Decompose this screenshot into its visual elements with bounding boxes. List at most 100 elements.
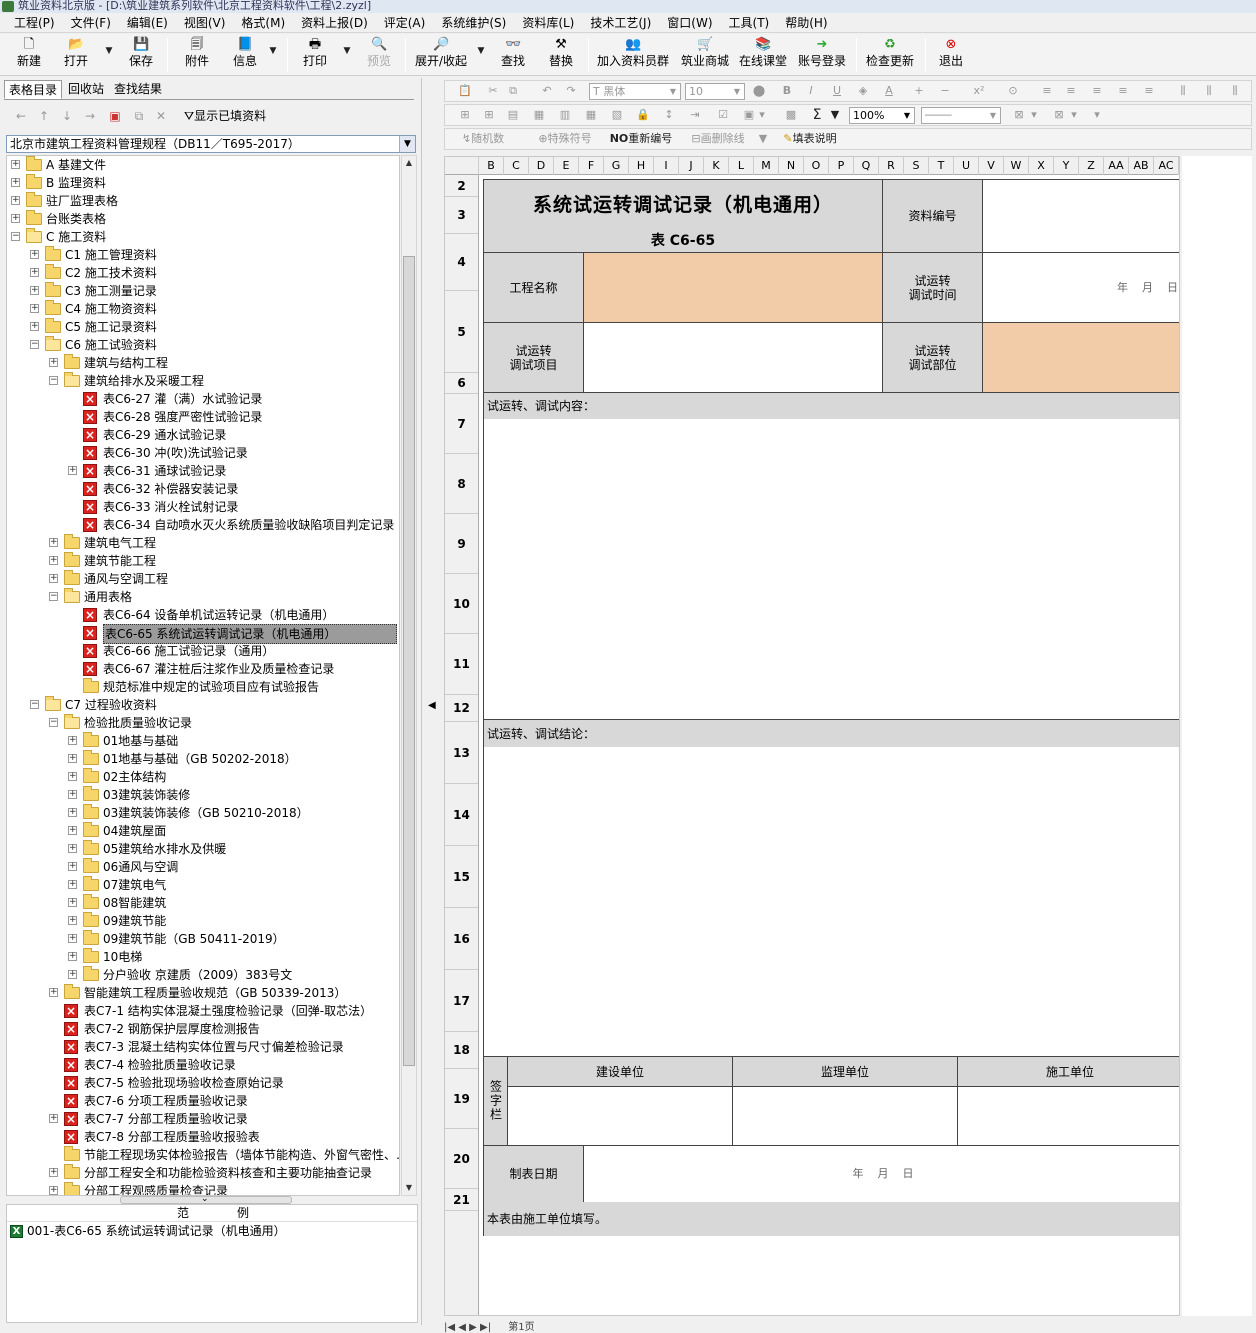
tree-node[interactable]: + C2 施工技术资料	[7, 264, 397, 282]
row-height-icon[interactable]: ↕	[661, 107, 677, 123]
menu-item-12[interactable]: 帮助(H)	[772, 13, 830, 32]
tree-node[interactable]: 节能工程现场实体检验报告（墙体节能构造、外窗气密性、…	[7, 1146, 399, 1164]
tree-node[interactable]: +02主体结构	[7, 768, 397, 786]
column-header[interactable]: G	[604, 157, 629, 175]
tab-recycle-bin[interactable]: 回收站	[64, 80, 108, 99]
tree-node[interactable]: × 表C7-5 检验批现场验收检查原始记录	[7, 1074, 397, 1092]
expand-icon[interactable]: +	[68, 826, 77, 835]
tree-node[interactable]: +08智能建筑	[7, 894, 397, 912]
more-dropdown-icon[interactable]: ▾	[1091, 107, 1103, 123]
row-header[interactable]: 2	[445, 175, 478, 197]
expand-icon[interactable]: +	[49, 574, 58, 583]
save-button[interactable]: 💾 保存	[124, 36, 158, 74]
tree-node[interactable]: +03建筑装饰装修	[7, 786, 397, 804]
project-name-input[interactable]	[583, 252, 883, 323]
tree-node[interactable]: +07建筑电气	[7, 876, 397, 894]
row-header[interactable]: 20	[445, 1129, 478, 1189]
indent-icon[interactable]: ⇥	[687, 107, 703, 123]
minus-icon[interactable]: −	[937, 83, 953, 99]
trial-time-input[interactable]: 年 月 日	[982, 252, 1179, 323]
column-header[interactable]: Y	[1054, 157, 1079, 175]
tree-node[interactable]: + × 表C6-31 通球试验记录	[7, 462, 397, 480]
scroll-down-icon[interactable]: ▼	[402, 1181, 416, 1195]
sheet-tab-page1[interactable]: 第1页	[508, 1322, 534, 1333]
row-header[interactable]: 21	[445, 1189, 478, 1211]
expand-icon[interactable]: +	[11, 214, 20, 223]
image-icon[interactable]: ▩	[783, 107, 799, 123]
clock-icon[interactable]: ⊙	[1005, 83, 1021, 99]
column-header[interactable]: H	[629, 157, 654, 175]
justify-icon[interactable]: ≡	[1115, 83, 1131, 99]
border-dropdown-icon[interactable]: ▾	[757, 107, 767, 123]
show-filled-button[interactable]: ⛛显示已填资料	[184, 108, 266, 124]
scroll-thumb[interactable]	[403, 256, 415, 1066]
expand-icon[interactable]: +	[68, 754, 77, 763]
exit-button[interactable]: ⊗ 退出	[934, 36, 968, 74]
example-item[interactable]: X 001-表C6-65 系统试运转调试记录（机电通用）	[9, 1223, 286, 1240]
insert-row-icon[interactable]: ⊞	[457, 107, 473, 123]
tree-node[interactable]: − 建筑给排水及采暖工程	[7, 372, 397, 390]
tree-node[interactable]: − 检验批质量验收记录	[7, 714, 397, 732]
expand-icon[interactable]: +	[68, 844, 77, 853]
menu-item-6[interactable]: 评定(A)	[371, 13, 429, 32]
expand-icon[interactable]: +	[68, 466, 77, 475]
font-select[interactable]: T 黑体 ▼	[589, 83, 681, 100]
row-header[interactable]: 7	[445, 394, 478, 454]
bold-icon[interactable]: B	[779, 83, 795, 99]
tree-node[interactable]: +09建筑节能	[7, 912, 397, 930]
formula-icon[interactable]: ▥	[557, 107, 573, 123]
last-sheet-icon[interactable]: ▶|	[480, 1322, 491, 1333]
font-color-icon[interactable]: A	[881, 83, 897, 99]
mall-button[interactable]: 🛒 筑业商城	[680, 36, 730, 74]
column-header[interactable]: T	[929, 157, 954, 175]
tree-node[interactable]: +05建筑给水排水及供暖	[7, 840, 397, 858]
sum-icon[interactable]: Σ	[809, 107, 825, 123]
collapse-icon[interactable]: −	[49, 718, 58, 727]
tree-node[interactable]: × 表C7-6 分项工程质量验收记录	[7, 1092, 397, 1110]
tree-scrollbar[interactable]: ▲ ▼	[401, 155, 417, 1196]
tree-node[interactable]: +01地基与基础（GB 50202-2018）	[7, 750, 397, 768]
menu-item-4[interactable]: 格式(M)	[228, 13, 288, 32]
row-header[interactable]: 11	[445, 634, 478, 695]
menu-item-10[interactable]: 窗口(W)	[654, 13, 715, 32]
tree-node[interactable]: + C4 施工物资资料	[7, 300, 397, 318]
row-header[interactable]: 18	[445, 1032, 478, 1069]
menu-item-3[interactable]: 视图(V)	[171, 13, 229, 32]
info-button[interactable]: 📘 信息	[228, 36, 262, 74]
row-header[interactable]: 6	[445, 373, 478, 394]
special-char-button[interactable]: ⊕特殊符号	[529, 131, 601, 147]
column-header[interactable]: E	[554, 157, 579, 175]
random-number-button[interactable]: ↯随机数	[455, 131, 511, 147]
tree-node[interactable]: +03建筑装饰装修（GB 50210-2018）	[7, 804, 397, 822]
brush-icon[interactable]: ⬤	[751, 83, 767, 99]
expand-icon[interactable]: +	[49, 988, 58, 997]
menu-item-2[interactable]: 编辑(E)	[114, 13, 171, 32]
join-group-button[interactable]: 👥 加入资料员群	[596, 36, 670, 74]
column-header[interactable]: O	[804, 157, 829, 175]
column-header[interactable]: Z	[1079, 157, 1104, 175]
column-header[interactable]: S	[904, 157, 929, 175]
merge-icon[interactable]: ▤	[505, 107, 521, 123]
row-header[interactable]: 19	[445, 1069, 478, 1129]
expand-icon[interactable]: +	[68, 898, 77, 907]
expand-icon[interactable]: +	[49, 1114, 58, 1123]
collapse-icon[interactable]: −	[49, 592, 58, 601]
tree-node[interactable]: × 表C6-30 冲(吹)洗试验记录	[7, 444, 397, 462]
expand-icon[interactable]: +	[68, 952, 77, 961]
column-header[interactable]: AB	[1129, 157, 1154, 175]
tree-node[interactable]: + 建筑与结构工程	[7, 354, 397, 372]
line-style-select[interactable]: ──── ▼	[921, 107, 1001, 124]
vertical-middle-icon[interactable]: ⫼	[1201, 83, 1217, 99]
menu-item-5[interactable]: 资料上报(D)	[288, 13, 371, 32]
tree-node[interactable]: + C1 施工管理资料	[7, 246, 397, 264]
collapse-icon[interactable]: −	[49, 376, 58, 385]
lock-icon[interactable]: 🔒	[635, 107, 651, 123]
row-header[interactable]: 9	[445, 514, 478, 574]
up-arrow-icon[interactable]: ↑	[37, 109, 51, 123]
menu-item-1[interactable]: 文件(F)	[58, 13, 114, 32]
strikethrough-button[interactable]: ⊟画删除线	[683, 131, 753, 147]
expand-icon[interactable]: +	[11, 160, 20, 169]
print-button[interactable]: 🖶 打印	[298, 36, 332, 74]
renumber-button[interactable]: NO重新编号	[607, 131, 675, 147]
expand-icon[interactable]: +	[11, 178, 20, 187]
